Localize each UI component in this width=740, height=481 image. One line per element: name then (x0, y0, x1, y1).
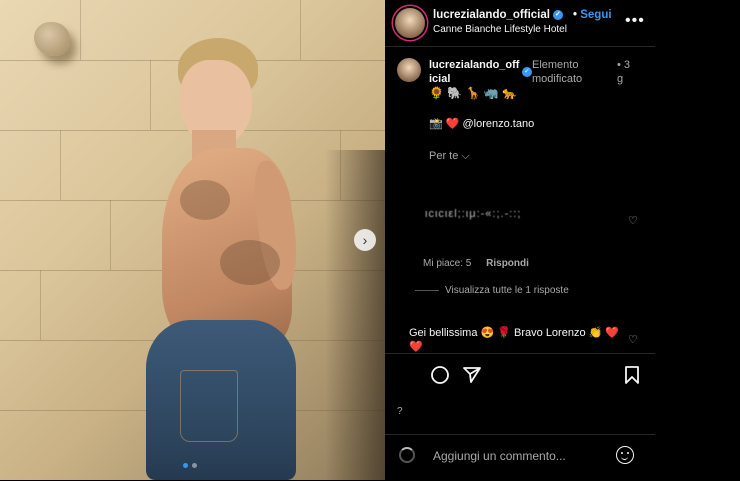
caption-avatar[interactable] (397, 58, 421, 82)
header-username[interactable]: lucrezialando_official ✓ (433, 9, 563, 21)
wall-line (80, 0, 81, 60)
bookmark-icon[interactable] (621, 364, 643, 386)
more-options-icon[interactable]: ••• (625, 12, 645, 30)
comment-meta: Mi piace: 5 Rispondi (423, 258, 529, 269)
verified-icon: ✓ (522, 67, 532, 77)
page-backdrop (655, 0, 740, 480)
comment-composer: Aggiungi un commento... (385, 434, 655, 481)
header-username-text[interactable]: lucrezialando_official (433, 9, 550, 21)
carousel-dot (192, 463, 197, 468)
comment-likes[interactable]: Mi piace: 5 (423, 258, 471, 269)
emoji-picker-icon[interactable] (616, 446, 634, 464)
caption-mention[interactable]: 📸 ❤️ @lorenzo.tano (429, 117, 534, 130)
glitch-mark: ? (397, 406, 403, 417)
post-time: • 3 g (617, 58, 635, 86)
header-avatar[interactable] (395, 8, 425, 38)
wall-line (40, 270, 41, 340)
edited-label: Elemento modificato (532, 59, 583, 85)
time-separator: • (617, 59, 621, 71)
loading-spinner-icon (399, 447, 415, 463)
post-panel: lucrezialando_official ✓ • Segui Canne Bi… (385, 0, 655, 480)
caption-username-text[interactable]: lucrezialando_official (429, 59, 519, 85)
view-replies-button[interactable]: Visualizza tutte le 1 risposte (415, 285, 569, 296)
like-comment-icon[interactable]: ♡ (628, 214, 638, 227)
leaf-shadow (220, 240, 280, 285)
jeans-pocket (180, 370, 238, 442)
share-icon[interactable] (461, 364, 483, 386)
wall-line (110, 200, 111, 270)
comment-text: Gei bellissima 😍 🌹 Bravo Lorenzo 👏 ❤️ ❤️ (409, 327, 620, 353)
header-location[interactable]: Canne Bianche Lifestyle Hotel (433, 24, 567, 35)
replies-line (415, 289, 439, 291)
per-te-link[interactable]: Per te ⌵ (429, 150, 470, 163)
view-replies-label[interactable]: Visualizza tutte le 1 risposte (445, 285, 569, 296)
like-comment-icon[interactable]: ♡ (628, 333, 638, 346)
carousel-dot-active (183, 463, 188, 468)
verified-icon: ✓ (552, 9, 563, 20)
post-photo[interactable]: › (0, 0, 385, 480)
leaf-shadow (180, 180, 230, 220)
next-photo-button[interactable]: › (354, 229, 376, 251)
carousel-dots (183, 463, 197, 468)
action-bar (385, 353, 655, 398)
post-header: lucrezialando_official ✓ • Segui Canne Bi… (385, 0, 655, 47)
wall-stone (34, 22, 70, 56)
follow-label[interactable]: Segui (580, 9, 611, 21)
wall-line (60, 130, 61, 200)
caption-emojis: 🌻 🐘 🦒 🦏 🐆 (429, 86, 518, 100)
model-figure (140, 30, 340, 480)
comment-text: ιcιcιεl;:ιμ:-«:;.-::; (425, 208, 522, 220)
header-separator: • (573, 9, 578, 21)
follow-button[interactable]: • Segui (573, 9, 612, 21)
comment-icon[interactable] (429, 364, 451, 386)
comment-input[interactable]: Aggiungi un commento... (433, 449, 566, 463)
caption-username[interactable]: lucrezialando_official (429, 58, 521, 86)
reply-button[interactable]: Rispondi (486, 258, 529, 269)
